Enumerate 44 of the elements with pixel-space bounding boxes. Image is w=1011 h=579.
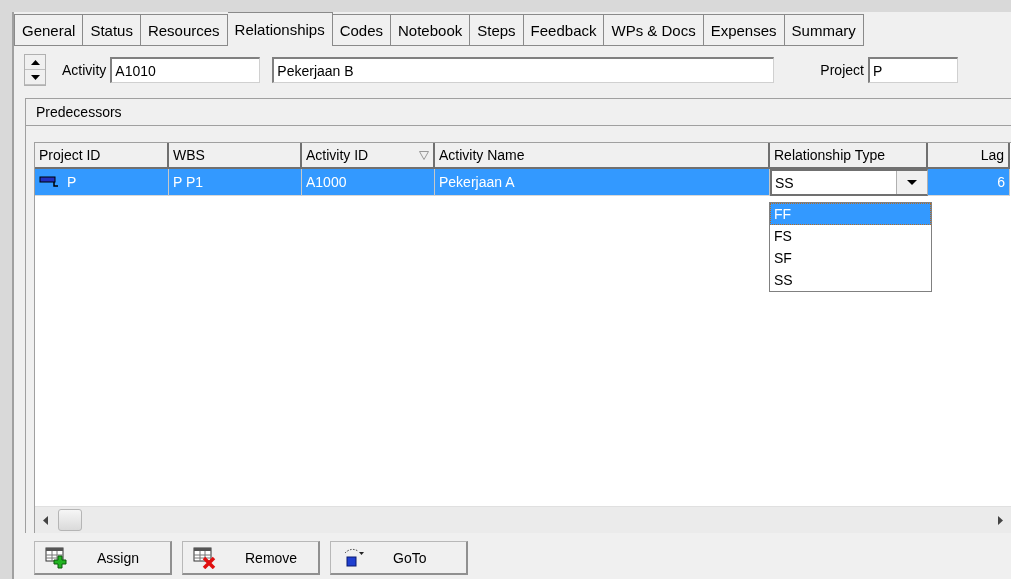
spin-buttons[interactable]: [24, 54, 46, 86]
tab[interactable]: Summary: [784, 14, 864, 46]
sort-icon: [419, 150, 429, 160]
relationship-bar-icon: [39, 176, 59, 188]
activity-label: Activity: [62, 62, 107, 78]
activity-id-field[interactable]: A1010: [110, 57, 261, 83]
dropdown-arrow-icon: [907, 180, 917, 185]
tab[interactable]: General: [14, 14, 84, 46]
scroll-right-icon: [998, 515, 1003, 525]
table-cell: 6: [928, 169, 1010, 196]
column-header[interactable]: Lag: [928, 143, 1010, 169]
tab[interactable]: Steps: [470, 14, 524, 46]
remove-button[interactable]: Remove: [182, 541, 320, 575]
up-arrow-icon: [30, 59, 40, 65]
down-arrow-icon: [30, 74, 40, 80]
horizontal-scrollbar[interactable]: [35, 506, 1011, 533]
project-field[interactable]: P: [867, 57, 958, 83]
goto-button[interactable]: GoTo: [330, 541, 468, 575]
column-header[interactable]: Relationship Type: [770, 143, 928, 169]
table-cell: Pekerjaan A: [435, 169, 770, 196]
table-cell: P P1: [169, 169, 302, 196]
project-label: Project: [820, 62, 864, 78]
assign-button[interactable]: Assign: [34, 541, 172, 575]
column-header[interactable]: WBS: [169, 143, 302, 169]
column-header[interactable]: Activity Name: [435, 143, 770, 169]
column-header[interactable]: Activity ID: [302, 143, 435, 169]
tab[interactable]: Expenses: [703, 14, 785, 46]
tab[interactable]: Status: [83, 14, 141, 46]
table-cell: P: [35, 169, 169, 196]
tab[interactable]: Relationships: [227, 12, 333, 46]
relationship-type-dropdown[interactable]: SS: [770, 169, 928, 196]
delete-table-icon: [193, 546, 217, 569]
column-header[interactable]: Project ID: [35, 143, 169, 169]
tab[interactable]: Codes: [332, 14, 392, 46]
table-cell: A1000: [302, 169, 435, 196]
scroll-left-icon: [43, 515, 48, 525]
panel-title: Predecessors: [26, 99, 1011, 126]
tab[interactable]: Resources: [140, 14, 228, 46]
activity-name-field[interactable]: Pekerjaan B: [272, 57, 775, 83]
scroll-thumb[interactable]: [58, 509, 82, 531]
add-table-icon: [45, 546, 69, 569]
tab[interactable]: Feedback: [523, 14, 605, 46]
tab[interactable]: Notebook: [391, 14, 471, 46]
tab[interactable]: WPs & Docs: [604, 14, 704, 46]
